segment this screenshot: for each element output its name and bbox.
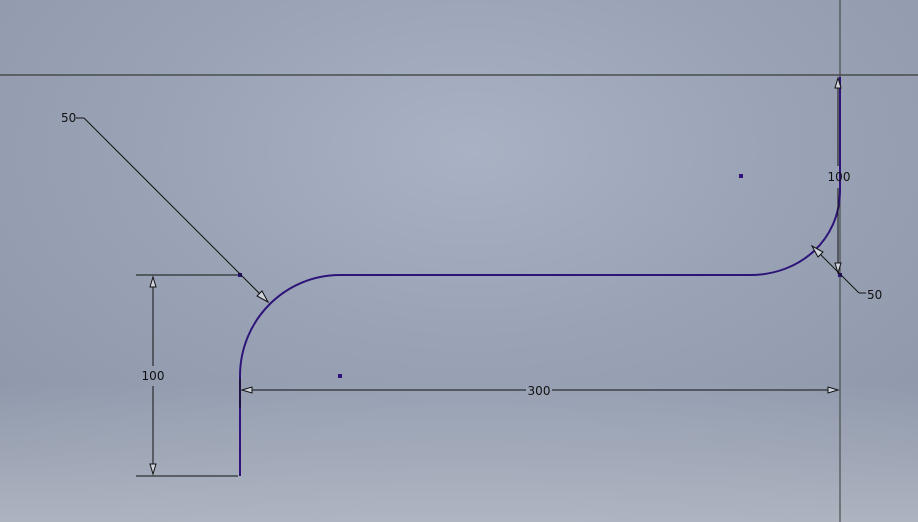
sketch-svg[interactable]: 100 300 100 50 50 — [0, 0, 918, 522]
center-point-right[interactable] — [739, 174, 743, 178]
arrowhead-right — [827, 386, 840, 394]
center-point-left[interactable] — [338, 374, 342, 378]
arrowhead-down — [149, 463, 157, 476]
arrowhead-left — [240, 386, 253, 394]
arrowhead-up — [149, 275, 157, 288]
dimension-value-height-left[interactable]: 100 — [142, 369, 165, 383]
dimension-value-radius-left[interactable]: 50 — [61, 111, 76, 125]
sketch-canvas[interactable]: 100 300 100 50 50 — [0, 0, 918, 522]
sketch-profile[interactable] — [239, 77, 841, 476]
dimension-value-height-right[interactable]: 100 — [828, 170, 851, 184]
dimension-value-radius-right[interactable]: 50 — [867, 288, 882, 302]
leader-line — [83, 117, 269, 303]
dimension-value-length-bottom[interactable]: 300 — [528, 384, 551, 398]
